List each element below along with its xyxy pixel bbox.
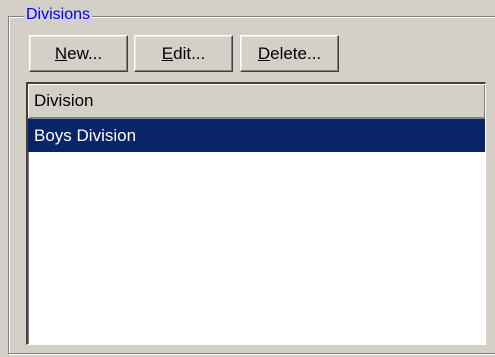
- delete-button-label: Delete...: [258, 44, 321, 64]
- divisions-list[interactable]: Division Boys Division: [26, 82, 486, 345]
- new-button[interactable]: New...: [29, 35, 128, 72]
- column-header-division[interactable]: Division: [28, 84, 485, 119]
- new-button-mnemonic: N: [54, 43, 68, 63]
- edit-button-label-rest: dit...: [173, 43, 206, 63]
- delete-button[interactable]: Delete...: [240, 35, 339, 72]
- new-button-label: New...: [55, 44, 102, 64]
- edit-button[interactable]: Edit...: [134, 35, 233, 72]
- delete-button-label-rest: elete...: [270, 43, 322, 63]
- delete-button-mnemonic: D: [257, 43, 271, 63]
- list-item[interactable]: Boys Division: [28, 119, 485, 152]
- new-button-label-rest: ew...: [67, 43, 103, 63]
- edit-button-mnemonic: E: [161, 43, 174, 63]
- groupbox-title: Divisions: [24, 5, 93, 25]
- divisions-panel: Divisions New... Edit... Delete... Divis…: [0, 0, 495, 357]
- edit-button-label: Edit...: [162, 44, 205, 64]
